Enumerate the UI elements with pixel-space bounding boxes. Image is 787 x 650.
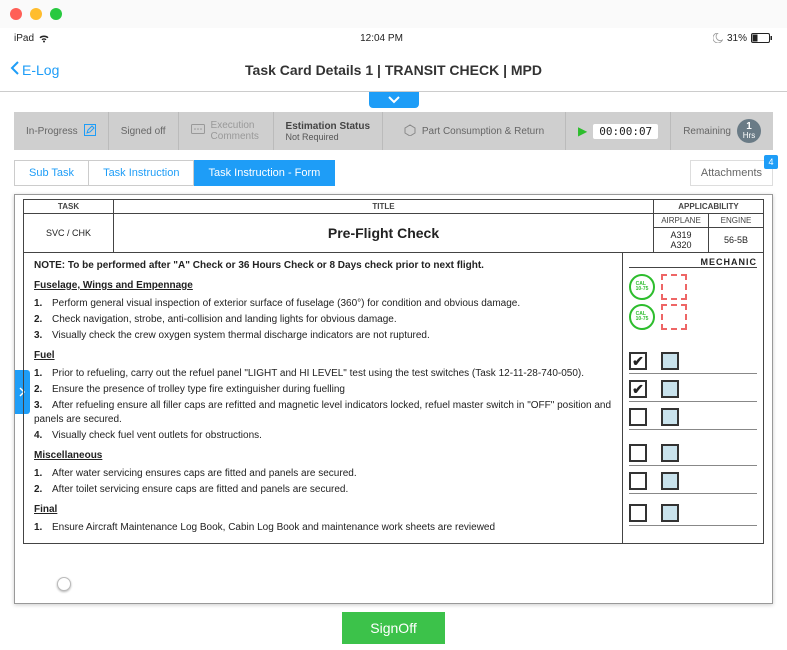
signedoff-label: Signed off (121, 126, 166, 137)
signoff-button[interactable]: SignOff (342, 612, 444, 644)
checkbox-empty[interactable] (629, 444, 647, 462)
section-fuel: Fuel (34, 349, 612, 363)
status-label: In-Progress (26, 126, 78, 137)
comments-label: Execution Comments (211, 120, 261, 142)
expand-down-tab (0, 92, 787, 108)
tab-instruction[interactable]: Task Instruction (89, 160, 194, 186)
signature-box[interactable] (661, 472, 679, 490)
part-icon (404, 124, 416, 139)
play-icon: ▶ (578, 124, 587, 138)
fuel-item-3: After refueling ensure all filler caps a… (34, 400, 611, 425)
timer-segment[interactable]: ▶ 00:00:07 (566, 112, 671, 150)
dashed-box[interactable] (661, 304, 687, 330)
doc-header-table: TASK TITLE APPLICABILITY SVC / CHK Pre-F… (23, 199, 764, 253)
attachments-count: 4 (764, 155, 778, 169)
info-bar: In-Progress Signed off Execution Comment… (14, 112, 773, 150)
badge-unit: Hrs (743, 132, 755, 140)
wifi-icon (38, 34, 50, 43)
stamp-icon[interactable]: CAL10-75 (629, 304, 655, 330)
estimation-segment[interactable]: Estimation Status Not Required (274, 112, 383, 150)
title-hdr: TITLE (114, 200, 654, 214)
signature-box[interactable] (661, 408, 679, 426)
engine-val: 56-5B (709, 228, 764, 253)
ios-status-bar: iPad 12:04 PM 31% (0, 28, 787, 48)
misc-item-2: After toilet servicing ensure caps are f… (52, 484, 348, 495)
section-misc: Miscellaneous (34, 449, 612, 463)
comments-segment[interactable]: Execution Comments (179, 112, 274, 150)
fuel-item-1: Prior to refueling, carry out the refuel… (52, 368, 584, 379)
footer: SignOff (0, 612, 787, 644)
back-button[interactable]: E-Log (10, 61, 59, 78)
signature-box[interactable] (661, 444, 679, 462)
document-viewer[interactable]: TASK TITLE APPLICABILITY SVC / CHK Pre-F… (14, 194, 773, 604)
clock: 12:04 PM (360, 33, 403, 44)
fuel-item-4: Visually check fuel vent outlets for obs… (52, 430, 262, 441)
partcons-label: Part Consumption & Return (422, 126, 544, 137)
airplane-val: A319A320 (654, 228, 709, 253)
mechanic-label: MECHANIC (629, 257, 757, 268)
engine-hdr: ENGINE (709, 214, 764, 228)
chevron-down-button[interactable] (369, 92, 419, 108)
close-dot[interactable] (10, 8, 22, 20)
checkbox-checked[interactable]: ✔ (629, 352, 647, 370)
remaining-badge: 1 Hrs (737, 119, 761, 143)
remaining-segment: Remaining 1 Hrs (671, 112, 773, 150)
task-hdr: TASK (24, 200, 114, 214)
checkbox-empty[interactable] (629, 472, 647, 490)
tab-group: Sub Task Task Instruction Task Instructi… (14, 160, 335, 186)
nav-header: E-Log Task Card Details 1 | TRANSIT CHEC… (0, 48, 787, 92)
comment-icon (191, 124, 205, 139)
airplane-hdr: AIRPLANE (654, 214, 709, 228)
est-value: Not Required (286, 132, 370, 142)
page-title: Task Card Details 1 | TRANSIT CHECK | MP… (245, 62, 542, 78)
dashed-box[interactable] (661, 274, 687, 300)
remaining-label: Remaining (683, 126, 731, 137)
device-label: iPad (14, 33, 34, 44)
signature-box[interactable] (661, 380, 679, 398)
edit-icon (84, 124, 96, 139)
fuselage-item-3: Visually check the crew oxygen system th… (52, 330, 430, 341)
final-item-1: Ensure Aircraft Maintenance Log Book, Ca… (52, 522, 495, 533)
battery-label: 31% (727, 33, 747, 44)
doc-note: NOTE: To be performed after "A" Check or… (34, 260, 484, 271)
applic-hdr: APPLICABILITY (654, 200, 764, 214)
doc-body-left: NOTE: To be performed after "A" Check or… (24, 253, 623, 543)
doc-body-right: MECHANIC CAL10-75 CAL10-75 ✔ ✔ (623, 253, 763, 543)
tab-subtask[interactable]: Sub Task (14, 160, 89, 186)
window-chrome (0, 0, 787, 28)
attachments-button[interactable]: Attachments 4 (690, 160, 773, 186)
back-label: E-Log (22, 62, 59, 78)
scroll-indicator[interactable] (57, 577, 71, 591)
fuel-item-2: Ensure the presence of trolley type fire… (52, 384, 345, 395)
minimize-dot[interactable] (30, 8, 42, 20)
section-final: Final (34, 503, 612, 517)
fuselage-item-1: Perform general visual inspection of ext… (52, 298, 520, 309)
checkbox-empty[interactable] (629, 504, 647, 522)
attachments-label: Attachments (701, 167, 762, 179)
status-segment[interactable]: In-Progress (14, 112, 109, 150)
signedoff-segment[interactable]: Signed off (109, 112, 179, 150)
partcons-segment[interactable]: Part Consumption & Return (383, 112, 566, 150)
tab-row: Sub Task Task Instruction Task Instructi… (14, 160, 773, 186)
chevron-left-icon (10, 61, 20, 78)
stamp-icon[interactable]: CAL10-75 (629, 274, 655, 300)
misc-item-1: After water servicing ensures caps are f… (52, 468, 357, 479)
timer-value: 00:00:07 (593, 124, 658, 139)
signature-box[interactable] (661, 352, 679, 370)
tab-instruction-form[interactable]: Task Instruction - Form (194, 160, 335, 186)
checkbox-checked[interactable]: ✔ (629, 380, 647, 398)
task-val: SVC / CHK (24, 214, 114, 253)
battery-icon (751, 33, 773, 43)
est-title: Estimation Status (286, 121, 370, 132)
section-fuselage: Fuselage, Wings and Empennage (34, 279, 612, 293)
doc-title: Pre-Flight Check (114, 214, 654, 253)
zoom-dot[interactable] (50, 8, 62, 20)
fuselage-item-2: Check navigation, strobe, anti-collision… (52, 314, 397, 325)
do-not-disturb-icon (713, 33, 723, 43)
checkbox-empty[interactable] (629, 408, 647, 426)
signature-box[interactable] (661, 504, 679, 522)
